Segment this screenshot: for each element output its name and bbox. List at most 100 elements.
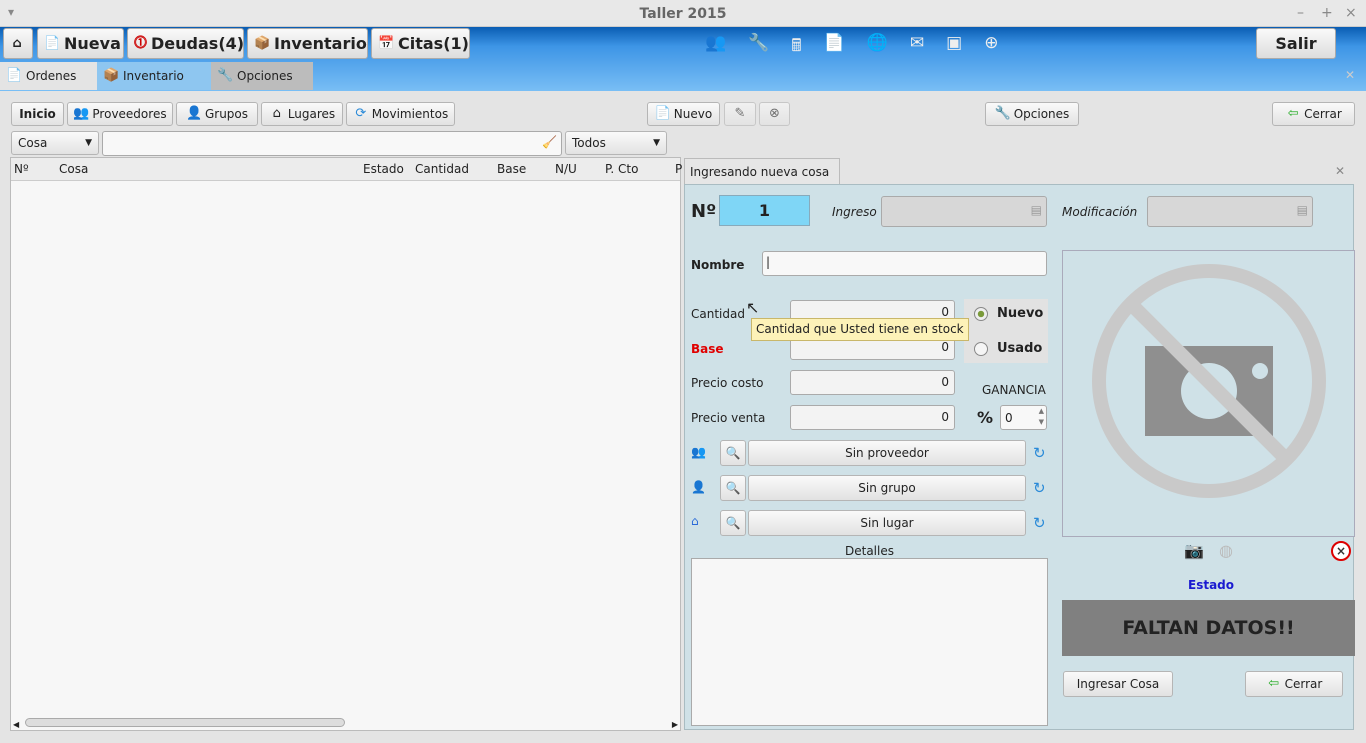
calendar-icon[interactable]: ▤ bbox=[1297, 203, 1308, 217]
precio-costo-input[interactable]: 0 bbox=[790, 370, 955, 395]
document-icon[interactable]: 📄 bbox=[824, 33, 845, 62]
tab-label: Inventario bbox=[123, 69, 184, 83]
ingresar-cosa-button[interactable]: Ingresar Cosa bbox=[1063, 671, 1173, 697]
remove-photo-icon[interactable]: × bbox=[1331, 541, 1351, 561]
column-header[interactable]: P bbox=[675, 162, 682, 176]
tools-icon: 🔧 bbox=[217, 68, 234, 83]
mail-icon[interactable]: ✉ bbox=[910, 33, 924, 62]
proveedores-button[interactable]: 👥 Proveedores bbox=[67, 102, 173, 126]
citas-button[interactable]: 📅 Citas(1) bbox=[371, 28, 470, 59]
number-label: Nº bbox=[691, 201, 717, 222]
tools-icon: 🔧 bbox=[994, 106, 1011, 121]
grupos-button[interactable]: 👤 Grupos bbox=[176, 102, 258, 126]
delete-button[interactable]: ⊗ bbox=[759, 102, 790, 126]
salir-button[interactable]: Salir bbox=[1256, 28, 1336, 59]
grupo-button[interactable]: Sin grupo bbox=[748, 475, 1026, 501]
column-header[interactable]: Cosa bbox=[59, 162, 88, 176]
refresh-icon: ⟳ bbox=[355, 106, 367, 121]
citas-label: Citas(1) bbox=[398, 34, 469, 53]
search-grupo-button[interactable]: 🔍 bbox=[720, 475, 746, 501]
column-header[interactable]: Nº bbox=[14, 162, 29, 176]
lugar-button[interactable]: Sin lugar bbox=[748, 510, 1026, 536]
maximize-button[interactable]: + bbox=[1321, 5, 1333, 21]
close-tab-icon[interactable]: ✕ bbox=[1345, 68, 1355, 82]
form-cerrar-button[interactable]: ⇦ Cerrar bbox=[1245, 671, 1343, 697]
status-select[interactable]: Todos ▼ bbox=[565, 131, 667, 155]
scroll-right-icon[interactable]: ▶ bbox=[672, 720, 678, 729]
close-form-icon[interactable]: ✕ bbox=[1335, 164, 1345, 178]
column-header[interactable]: Base bbox=[497, 162, 526, 176]
label: Proveedores bbox=[92, 107, 167, 121]
label: Nuevo bbox=[673, 107, 713, 121]
ingreso-date-field: ▤ bbox=[881, 196, 1047, 227]
deudas-button[interactable]: ⓵ Deudas(4) bbox=[127, 28, 244, 59]
column-header[interactable]: P. Cto bbox=[605, 162, 638, 176]
lugares-button[interactable]: ⌂ Lugares bbox=[261, 102, 343, 126]
reset-proveedor-icon[interactable]: ↻ bbox=[1033, 444, 1046, 462]
calculator-icon[interactable]: 🖩 bbox=[791, 33, 801, 62]
nuevo-label: Nuevo bbox=[997, 306, 1044, 321]
percent-label: % bbox=[977, 408, 994, 427]
precio-venta-label: Precio venta bbox=[691, 411, 766, 425]
type-value: Cosa bbox=[18, 136, 48, 150]
cancel-icon: ⊗ bbox=[769, 106, 780, 121]
radio-usado[interactable]: Usado bbox=[974, 341, 1042, 356]
search-input[interactable]: 🧹 bbox=[102, 131, 562, 156]
nombre-label: Nombre bbox=[691, 258, 745, 272]
calendar-icon[interactable]: ▤ bbox=[1031, 203, 1042, 217]
photo-placeholder bbox=[1062, 250, 1355, 537]
edit-icon: ✎ bbox=[734, 106, 746, 121]
type-select[interactable]: Cosa ▼ bbox=[11, 131, 99, 155]
horizontal-scrollbar[interactable] bbox=[25, 718, 345, 727]
move-icon[interactable]: ⊕ bbox=[984, 33, 998, 62]
radio-nuevo[interactable]: Nuevo bbox=[974, 306, 1043, 321]
opciones-button[interactable]: 🔧 Opciones bbox=[985, 102, 1079, 126]
number-field: 1 bbox=[719, 195, 810, 226]
remote-icon[interactable]: ▣ bbox=[946, 33, 962, 62]
globe-icon[interactable]: 🌐 bbox=[867, 33, 888, 62]
tab-opciones[interactable]: 🔧 Opciones bbox=[211, 62, 313, 90]
inventario-button[interactable]: 📦 Inventario bbox=[247, 28, 368, 59]
column-header[interactable]: Estado bbox=[363, 162, 404, 176]
exit-door-icon: ⇦ bbox=[1287, 106, 1299, 121]
tab-ordenes[interactable]: 📄 Ordenes bbox=[0, 62, 97, 90]
movimientos-button[interactable]: ⟳ Movimientos bbox=[346, 102, 455, 126]
calendar-icon: 📅 bbox=[378, 35, 395, 51]
reset-lugar-icon[interactable]: ↻ bbox=[1033, 514, 1046, 532]
home-button[interactable]: ⌂ bbox=[3, 28, 33, 59]
nuevo-button[interactable]: 📄 Nuevo bbox=[647, 102, 720, 126]
camera-icon[interactable]: 📷 bbox=[1184, 541, 1204, 560]
ganancia-value: 0 bbox=[1005, 411, 1013, 425]
cerrar-button[interactable]: ⇦ Cerrar bbox=[1272, 102, 1355, 126]
tools-icon[interactable]: 🔧 bbox=[748, 33, 769, 62]
users-icon[interactable]: 👥 bbox=[705, 33, 726, 62]
minimize-button[interactable]: – bbox=[1297, 5, 1304, 21]
house-icon: ⌂ bbox=[691, 514, 699, 528]
ganancia-spinner[interactable]: 0 ▲ ▼ bbox=[1000, 405, 1047, 430]
clear-broom-icon[interactable]: 🧹 bbox=[542, 135, 557, 149]
inventario-label: Inventario bbox=[274, 34, 367, 53]
form-tab[interactable]: Ingresando nueva cosa bbox=[684, 158, 840, 185]
edit-button[interactable]: ✎ bbox=[724, 102, 756, 126]
spinner-arrows-icon[interactable]: ▲ ▼ bbox=[1039, 406, 1044, 428]
column-header[interactable]: N/U bbox=[555, 162, 577, 176]
base-label: Base bbox=[691, 342, 724, 356]
tab-inventario[interactable]: 📦 Inventario bbox=[97, 62, 211, 90]
web-image-icon[interactable]: ◍ bbox=[1219, 541, 1233, 560]
scroll-left-icon[interactable]: ◀ bbox=[13, 720, 19, 729]
search-lugar-button[interactable]: 🔍 bbox=[720, 510, 746, 536]
close-window-button[interactable]: × bbox=[1345, 5, 1357, 21]
deudas-label: Deudas(4) bbox=[151, 34, 245, 53]
detalles-textarea[interactable] bbox=[691, 558, 1048, 726]
nombre-input[interactable]: | bbox=[762, 251, 1047, 276]
precio-venta-input[interactable]: 0 bbox=[790, 405, 955, 430]
reset-grupo-icon[interactable]: ↻ bbox=[1033, 479, 1046, 497]
nueva-button[interactable]: 📄 Nueva bbox=[37, 28, 124, 59]
exit-door-icon: ⇦ bbox=[1268, 676, 1280, 691]
inicio-button[interactable]: Inicio bbox=[11, 102, 64, 126]
column-header[interactable]: Cantidad bbox=[415, 162, 469, 176]
inventory-table: Nº Cosa Estado Cantidad Base N/U P. Cto … bbox=[10, 157, 682, 731]
estado-label: Estado bbox=[1188, 578, 1235, 592]
search-proveedor-button[interactable]: 🔍 bbox=[720, 440, 746, 466]
proveedor-button[interactable]: Sin proveedor bbox=[748, 440, 1026, 466]
